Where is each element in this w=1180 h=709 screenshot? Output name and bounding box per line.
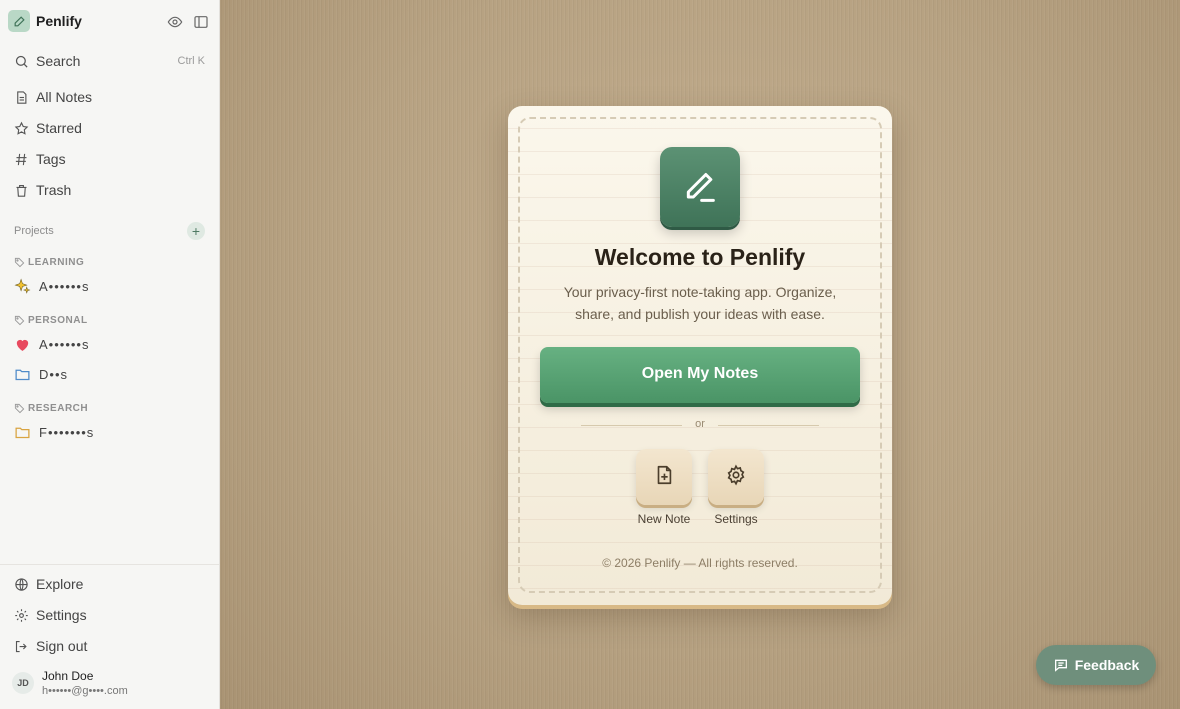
group-label-text: RESEARCH bbox=[28, 403, 89, 414]
avatar: JD bbox=[12, 672, 34, 694]
add-project-button[interactable]: + bbox=[187, 222, 205, 240]
projects-label: Projects bbox=[14, 225, 54, 237]
chat-icon bbox=[1053, 657, 1069, 673]
sidebar-item-tags[interactable]: Tags bbox=[14, 149, 66, 169]
welcome-card: Welcome to Penlify Your privacy-first no… bbox=[508, 106, 892, 605]
new-note-label: New Note bbox=[637, 512, 691, 526]
search-shortcut: Ctrl K bbox=[177, 55, 206, 67]
pen-icon bbox=[8, 10, 30, 32]
file-plus-icon bbox=[653, 464, 675, 491]
card-title: Welcome to Penlify bbox=[594, 244, 806, 270]
sidebar-item-all-notes[interactable]: All Notes bbox=[14, 87, 92, 107]
open-my-notes-button[interactable]: Open My Notes bbox=[540, 347, 860, 403]
sign-out-icon bbox=[14, 639, 29, 654]
card-subtitle: Your privacy-first note-taking app. Orga… bbox=[563, 284, 837, 322]
sparkles-icon bbox=[14, 278, 31, 295]
gear-icon bbox=[725, 464, 747, 491]
group-label-text: PERSONAL bbox=[28, 315, 88, 326]
search-icon bbox=[14, 54, 29, 69]
brand-name: Penlify bbox=[36, 13, 82, 29]
sidebar-toggle-icon[interactable] bbox=[193, 14, 209, 30]
sidebar-item-label: All Notes bbox=[36, 89, 93, 105]
or-text: or bbox=[695, 418, 705, 430]
search-label: Search bbox=[36, 53, 81, 69]
trash-icon bbox=[14, 183, 29, 198]
settings-button[interactable] bbox=[708, 449, 764, 505]
sidebar-item-sign-out[interactable]: Sign out bbox=[14, 636, 87, 656]
copyright: © 2026 Penlify — All rights reserved. bbox=[602, 556, 798, 570]
tag-icon bbox=[14, 403, 25, 414]
group-label-learning: LEARNING bbox=[14, 257, 84, 268]
feedback-button[interactable]: Feedback bbox=[1036, 645, 1156, 685]
group-label-personal: PERSONAL bbox=[14, 315, 88, 326]
project-label: F•••••••s bbox=[39, 425, 95, 440]
project-label: D••s bbox=[39, 367, 68, 382]
user-email: h••••••@g••••.com bbox=[42, 685, 128, 697]
new-note-button[interactable] bbox=[636, 449, 692, 505]
folder-icon bbox=[14, 366, 31, 383]
user-name: John Doe bbox=[42, 669, 94, 683]
eye-icon[interactable] bbox=[167, 14, 183, 30]
sidebar-item-label: Sign out bbox=[36, 638, 88, 654]
project-item[interactable]: F•••••••s bbox=[14, 424, 94, 441]
sidebar-item-label: Settings bbox=[36, 607, 87, 623]
sidebar-item-label: Tags bbox=[36, 151, 66, 167]
heart-icon bbox=[14, 336, 31, 353]
globe-icon bbox=[14, 577, 29, 592]
search-button[interactable]: Search bbox=[14, 51, 80, 71]
sidebar: Penlify Search Ctrl K All Notes Starred … bbox=[0, 0, 220, 709]
folder-icon bbox=[14, 424, 31, 441]
project-label: A••••••s bbox=[39, 337, 90, 352]
tag-icon bbox=[14, 315, 25, 326]
sidebar-item-explore[interactable]: Explore bbox=[14, 574, 83, 594]
file-icon bbox=[14, 90, 29, 105]
sidebar-item-label: Trash bbox=[36, 182, 72, 198]
sidebar-item-settings[interactable]: Settings bbox=[14, 605, 87, 625]
project-label: A••••••s bbox=[39, 279, 90, 294]
divider-right bbox=[718, 425, 819, 426]
project-item[interactable]: A••••••s bbox=[14, 278, 89, 295]
star-icon bbox=[14, 121, 29, 136]
pen-icon bbox=[660, 147, 740, 227]
project-item[interactable]: A••••••s bbox=[14, 336, 89, 353]
group-label-research: RESEARCH bbox=[14, 403, 88, 414]
tag-icon bbox=[14, 257, 25, 268]
group-label-text: LEARNING bbox=[28, 257, 85, 268]
feedback-label: Feedback bbox=[1074, 657, 1140, 673]
brand[interactable]: Penlify bbox=[8, 10, 82, 32]
sidebar-item-starred[interactable]: Starred bbox=[14, 118, 82, 138]
sidebar-item-label: Explore bbox=[36, 576, 84, 592]
hash-icon bbox=[14, 152, 29, 167]
settings-label: Settings bbox=[714, 512, 758, 526]
gear-icon bbox=[14, 608, 29, 623]
sidebar-item-label: Starred bbox=[36, 120, 82, 136]
project-item[interactable]: D••s bbox=[14, 366, 68, 383]
user-profile[interactable]: JD John Doe h••••••@g••••.com bbox=[12, 669, 128, 697]
sidebar-item-trash[interactable]: Trash bbox=[14, 180, 71, 200]
